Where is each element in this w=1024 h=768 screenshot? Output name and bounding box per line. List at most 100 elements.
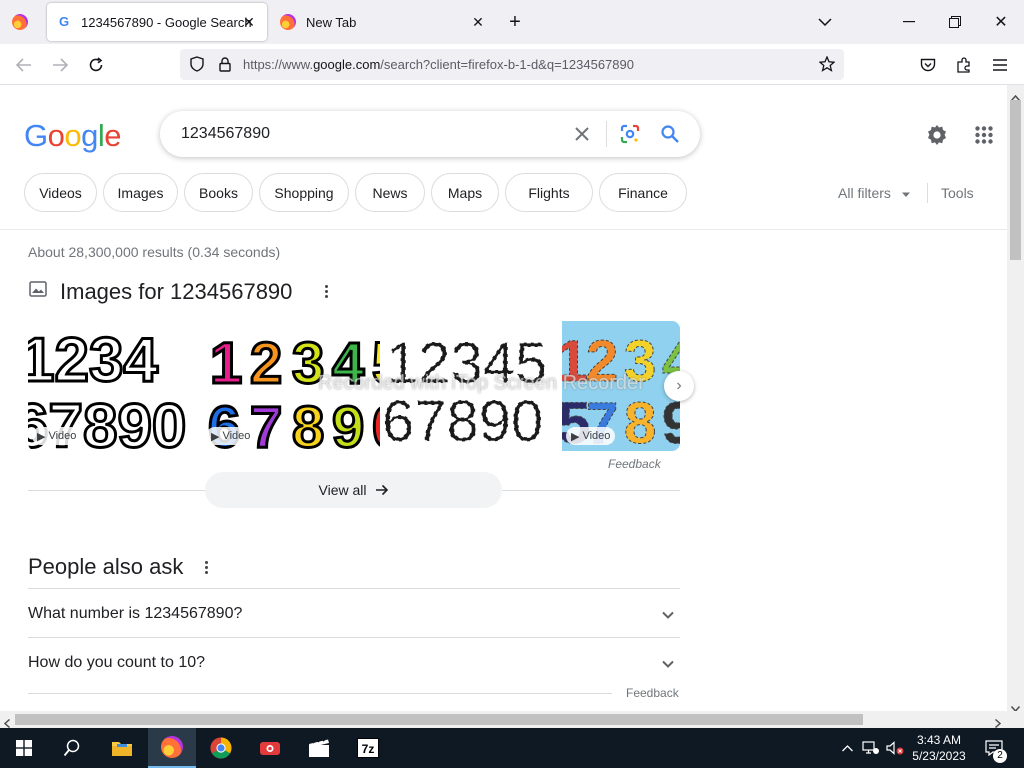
paa-question[interactable]: What number is 1234567890? [28,605,242,623]
play-icon: ▶ [37,430,46,443]
clock-date: 5/23/2023 [912,749,966,763]
images-section-title[interactable]: Images for 1234567890 [60,279,292,305]
svg-text:7: 7 [250,395,282,451]
bookmark-star-icon[interactable] [814,51,840,77]
chrome-icon[interactable] [197,728,245,768]
chip-finance[interactable]: Finance [599,173,687,212]
video-badge-label: Video [582,430,611,442]
search-separator [606,121,607,147]
images-feedback-link[interactable]: Feedback [608,457,661,471]
tracking-protection-shield-icon[interactable] [184,51,210,77]
screen-recorder-icon[interactable] [246,728,294,768]
paa-divider [28,637,680,638]
search-input[interactable]: 1234567890 [181,125,270,143]
play-icon: ▶ [211,430,220,443]
expand-chevron-icon[interactable] [660,656,676,672]
svg-text:9: 9 [332,395,364,451]
list-all-tabs-chevron-icon[interactable] [810,8,840,36]
view-all-label: View all [318,482,367,498]
url-bar[interactable]: https://www.google.com/search?client=fir… [180,49,844,80]
horizontal-scrollbar[interactable] [0,711,1024,729]
firefox-menu-icon[interactable] [12,14,28,30]
close-window-icon[interactable]: ✕ [986,8,1016,36]
minimize-window-icon[interactable] [894,8,924,36]
logo-letter: o [47,118,65,153]
volume-muted-icon[interactable] [884,728,906,768]
search-box[interactable]: 1234567890 [160,111,700,157]
svg-text:1234: 1234 [28,326,158,395]
show-hidden-icons-chevron-icon[interactable] [838,728,856,768]
paa-more-options-icon[interactable] [199,557,213,577]
close-tab-icon[interactable]: ✕ [239,12,259,32]
close-tab-icon[interactable]: ✕ [468,12,488,32]
horizontal-scroll-thumb[interactable] [15,714,863,725]
view-all-button[interactable]: View all [205,472,502,508]
lock-icon[interactable] [212,51,238,77]
all-filters-label: All filters [838,185,891,201]
images-more-options-icon[interactable] [319,281,333,301]
vertical-scroll-thumb[interactable] [1010,100,1021,260]
tools-button[interactable]: Tools [941,185,974,201]
clear-search-icon[interactable] [571,123,593,145]
play-icon: ▶ [571,430,580,443]
vertical-scrollbar[interactable] [1007,85,1024,713]
video-badge: ▶ Video [566,427,616,445]
taskbar-clock[interactable]: 3:43 AM 5/23/2023 [907,732,971,764]
hamburger-menu-icon[interactable] [987,52,1013,78]
reload-icon[interactable] [83,52,109,78]
firefox-taskbar-icon[interactable] [148,728,196,768]
paa-question[interactable]: How do you count to 10? [28,654,205,672]
chip-videos[interactable]: Videos [24,173,97,212]
paa-divider-bottom [28,693,612,694]
video-editor-clapper-icon[interactable] [295,728,343,768]
tab-google-search[interactable]: G 1234567890 - Google Search ✕ [47,3,267,41]
network-icon[interactable] [860,728,882,768]
chip-maps[interactable]: Maps [431,173,499,212]
settings-gear-icon[interactable] [925,123,949,147]
new-tab-plus-icon[interactable]: + [500,8,530,36]
svg-text:0: 0 [372,395,380,451]
navigation-toolbar: https://www.google.com/search?client=fir… [0,44,1024,85]
taskbar-search-icon[interactable] [48,728,96,768]
file-explorer-icon[interactable] [98,728,146,768]
firefox-icon [161,736,183,758]
svg-text:67890: 67890 [382,389,543,451]
logo-letter: g [81,118,98,153]
google-lens-icon[interactable] [619,123,641,145]
video-badge: ▶ Video [206,427,256,445]
google-logo[interactable]: Google [24,118,122,154]
back-arrow-icon[interactable] [11,52,37,78]
search-icon[interactable] [659,123,681,145]
restore-window-icon[interactable] [940,8,970,36]
action-center-icon[interactable]: 2 [979,728,1009,768]
windows-start-icon[interactable] [0,728,48,768]
7zip-logo: 7z [357,738,379,758]
chip-images[interactable]: Images [103,173,178,212]
image-section-icon [29,281,47,297]
chip-shopping[interactable]: Shopping [259,173,349,212]
paa-feedback-link[interactable]: Feedback [626,686,679,700]
tab-strip: G 1234567890 - Google Search ✕ New Tab ✕… [0,0,1024,44]
video-badge: ▶ Video [32,427,82,445]
expand-chevron-icon[interactable] [660,607,676,623]
tab-title: 1234567890 - Google Search [81,14,252,30]
next-images-arrow-icon[interactable]: › [664,371,694,401]
image-result-outline-numbers[interactable]: 1234 67890 ▶ Video [28,321,202,451]
svg-text:8: 8 [624,391,656,451]
logo-letter: e [104,118,122,153]
chip-news[interactable]: News [355,173,425,212]
tab-title: New Tab [306,14,357,30]
all-filters-button[interactable]: All filters [838,185,911,201]
forward-arrow-icon[interactable] [47,52,73,78]
chip-books[interactable]: Books [184,173,253,212]
7zip-icon[interactable]: 7z [344,728,392,768]
google-apps-grid-icon[interactable] [975,126,993,144]
chip-flights[interactable]: Flights [505,173,593,212]
arrow-right-icon [375,484,388,496]
pocket-icon[interactable] [915,52,941,78]
clock-time: 3:43 AM [916,733,962,747]
logo-letter: o [64,118,82,153]
svg-text:2: 2 [250,331,282,396]
tab-new-tab[interactable]: New Tab ✕ [270,3,496,41]
extensions-puzzle-icon[interactable] [951,52,977,78]
